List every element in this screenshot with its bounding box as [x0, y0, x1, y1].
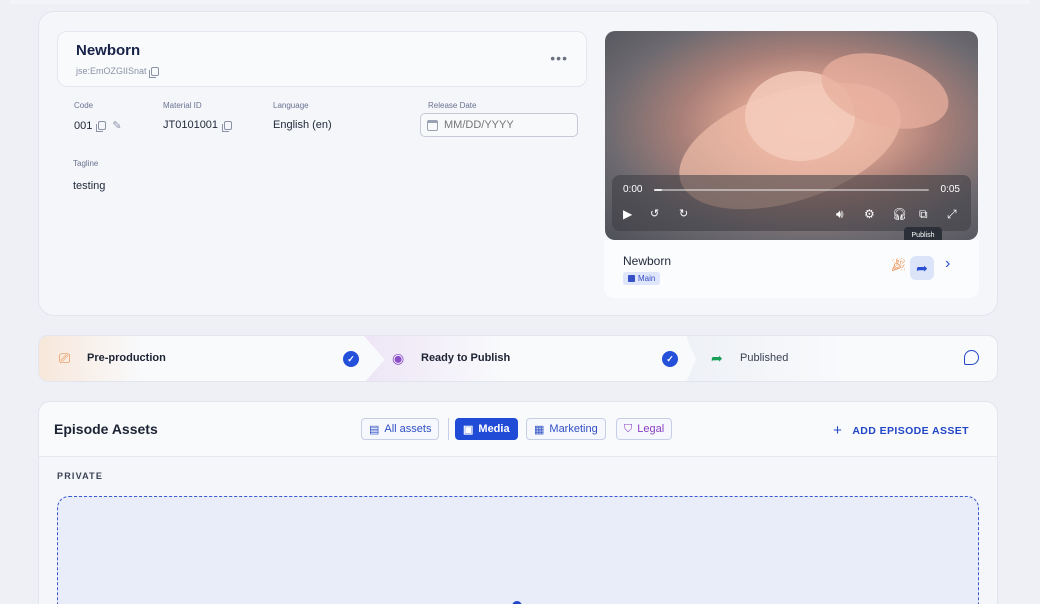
copy-icon[interactable]: [222, 120, 233, 132]
stage-label: Ready to Publish: [421, 352, 511, 364]
episode-assets-panel: Episode Assets ▤ All assets ▣ Media ▦ Ma…: [38, 401, 998, 604]
video-title: Newborn: [623, 254, 672, 268]
upload-dropzone[interactable]: [57, 496, 979, 604]
pre-production-icon: ⎚: [59, 350, 71, 366]
total-time: 0:05: [940, 184, 960, 195]
release-date-input[interactable]: [444, 119, 564, 131]
code-value: 001: [74, 119, 93, 132]
top-strip: [10, 0, 1030, 4]
folder-icon: ▤: [369, 423, 380, 436]
rewind-10-icon[interactable]: ↺: [650, 206, 659, 222]
stage-ready-to-publish[interactable]: [364, 336, 709, 381]
material-id-label: Material ID: [163, 101, 202, 110]
video-controls: 0:00 0:05 ▶ ↺ ↻ 🔊︎ ⚙ 🎧︎ ⧉ ⤢: [612, 175, 971, 231]
plus-icon: +: [833, 422, 843, 439]
language-label: Language: [273, 101, 309, 110]
seek-bar-fill: [654, 189, 663, 191]
episode-title: Newborn: [76, 42, 141, 59]
filter-divider: [448, 418, 449, 440]
assets-header: Episode Assets ▤ All assets ▣ Media ▦ Ma…: [39, 402, 997, 457]
tagline-value: testing: [73, 180, 106, 192]
check-icon: ✓: [662, 351, 678, 367]
stage-label: Pre-production: [87, 352, 166, 364]
workflow-stages: ⎚ Pre-production ✓ ◉ Ready to Publish ✓ …: [38, 335, 998, 382]
shield-icon: ⛉: [624, 422, 633, 435]
check-icon: ✓: [343, 351, 359, 367]
code-label: Code: [74, 101, 94, 110]
chat-icon[interactable]: [964, 350, 979, 365]
seek-bar[interactable]: [654, 189, 929, 191]
assets-title: Episode Assets: [54, 421, 158, 437]
filter-label: Media: [478, 423, 510, 435]
play-icon[interactable]: ▶: [623, 206, 632, 222]
filter-marketing[interactable]: ▦ Marketing: [526, 418, 606, 440]
filter-media[interactable]: ▣ Media: [455, 418, 518, 440]
calendar-icon: [427, 119, 438, 131]
add-asset-label: ADD EPISODE ASSET: [852, 424, 969, 437]
episode-id: jse:EmOZGIISnat: [76, 66, 159, 78]
picture-in-picture-icon[interactable]: ⧉: [919, 206, 928, 222]
material-id-field: JT0101001: [163, 119, 233, 132]
share-arrow-icon: ➦: [711, 350, 723, 366]
section-label: PRIVATE: [57, 471, 104, 481]
add-episode-asset-button[interactable]: + ADD EPISODE ASSET: [833, 422, 969, 439]
current-time: 0:00: [623, 184, 643, 195]
episode-header: Newborn jse:EmOZGIISnat •••: [57, 31, 587, 87]
language-value: English (en): [273, 119, 332, 131]
release-date-field[interactable]: [420, 113, 578, 137]
chevron-right-icon[interactable]: ›: [945, 255, 950, 273]
more-options-button[interactable]: •••: [550, 50, 568, 66]
material-id-value: JT0101001: [163, 119, 219, 131]
episode-id-text: jse:EmOZGIISnat: [76, 66, 147, 76]
podcast-icon: ◉: [392, 350, 405, 366]
stage-label: Published: [740, 352, 789, 364]
headphones-icon[interactable]: 🎧︎: [892, 206, 907, 222]
filter-legal[interactable]: ⛉ Legal: [616, 418, 673, 440]
filter-label: Legal: [637, 423, 665, 435]
filter-label: All assets: [384, 423, 432, 435]
archive-icon: ▦: [534, 423, 545, 436]
publish-button[interactable]: ➦: [910, 256, 934, 280]
main-badge: Main: [623, 272, 661, 285]
code-field: 001 ✎: [74, 119, 122, 132]
copy-icon[interactable]: [148, 66, 159, 78]
tagline-label: Tagline: [73, 159, 99, 168]
party-popper-icon[interactable]: 🎉︎: [890, 257, 907, 273]
release-date-label: Release Date: [428, 101, 477, 110]
filter-label: Marketing: [549, 423, 598, 435]
forward-10-icon[interactable]: ↻: [679, 206, 688, 222]
video-info-bar: Newborn Main 🎉︎ ➦ ›: [604, 240, 979, 298]
fullscreen-icon[interactable]: ⤢: [947, 206, 957, 222]
volume-icon[interactable]: 🔊︎: [836, 206, 844, 222]
copy-icon[interactable]: [96, 121, 107, 132]
pencil-icon[interactable]: ✎: [112, 119, 121, 132]
media-icon: ▣: [463, 423, 474, 436]
video-player[interactable]: 0:00 0:05 ▶ ↺ ↻ 🔊︎ ⚙ 🎧︎ ⧉ ⤢: [605, 31, 978, 240]
gear-icon[interactable]: ⚙: [864, 206, 875, 222]
main-badge-label: Main: [638, 274, 656, 283]
film-icon: [628, 275, 635, 282]
filter-all-assets[interactable]: ▤ All assets: [361, 418, 440, 440]
